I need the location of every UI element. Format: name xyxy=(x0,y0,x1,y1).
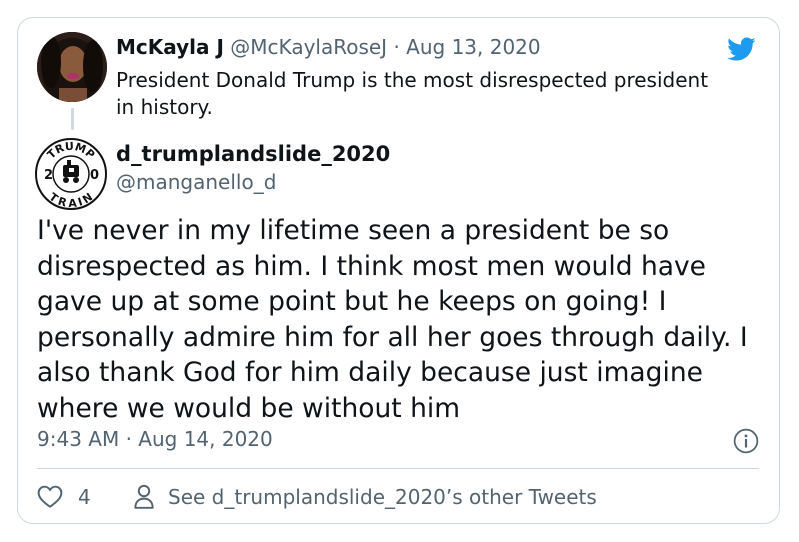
author-display-name[interactable]: d_trumplandslide_2020 xyxy=(116,142,390,166)
tweet-text: I've never in my lifetime seen a preside… xyxy=(37,215,748,424)
info-icon[interactable] xyxy=(733,428,759,454)
person-icon xyxy=(134,484,154,509)
quoted-tweet-date[interactable]: Aug 13, 2020 xyxy=(406,35,540,59)
tweet-timestamp[interactable]: 9:43 AM · Aug 14, 2020 xyxy=(37,427,273,451)
thread-connector-line xyxy=(71,108,74,130)
avatar-left-digit: 2 xyxy=(44,168,53,183)
twitter-bird-icon[interactable] xyxy=(724,34,758,64)
author-handle[interactable]: @manganello_d xyxy=(116,170,276,194)
avatar-right-digit: 0 xyxy=(90,168,99,183)
quoted-tweet-header: McKayla J @McKaylaRoseJ · Aug 13, 2020 xyxy=(116,35,541,59)
quoted-tweet-text: President Donald Trump is the most disre… xyxy=(116,68,709,119)
quoted-user-handle[interactable]: @McKaylaRoseJ xyxy=(230,35,387,59)
author-avatar[interactable]: TRUMP TRAIN 2 0 xyxy=(35,138,107,210)
quoted-user-avatar[interactable] xyxy=(37,32,107,102)
quoted-user-name[interactable]: McKayla J xyxy=(116,35,224,59)
heart-icon[interactable] xyxy=(37,485,63,509)
like-count[interactable]: 4 xyxy=(78,485,91,509)
see-other-tweets-link[interactable]: See d_trumplandslide_2020’s other Tweets xyxy=(168,485,597,509)
header-separator: · xyxy=(393,35,400,59)
footer-divider xyxy=(37,468,759,469)
